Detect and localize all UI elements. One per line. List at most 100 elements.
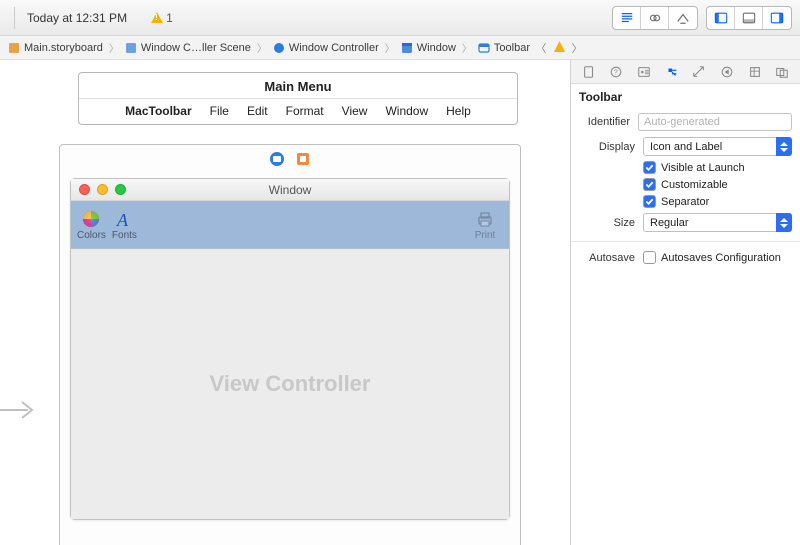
- display-select[interactable]: Icon and Label: [643, 137, 792, 156]
- menu-item-edit[interactable]: Edit: [247, 104, 268, 118]
- window-icon: [401, 42, 413, 54]
- menu-items-row: MacToolbar File Edit Format View Window …: [79, 99, 517, 124]
- display-label: Display: [579, 141, 635, 153]
- separator-label: Separator: [661, 196, 709, 208]
- crumb-label: Main.storyboard: [24, 42, 103, 54]
- warning-icon: [151, 12, 163, 23]
- size-select[interactable]: Regular: [643, 213, 792, 232]
- identity-inspector-tab[interactable]: [635, 63, 653, 81]
- identifier-field[interactable]: [638, 113, 792, 131]
- version-editor-button[interactable]: [669, 7, 697, 29]
- warning-indicator[interactable]: 1: [151, 11, 173, 25]
- toolbar-item-label: Print: [475, 230, 496, 241]
- autosaves-configuration-checkbox[interactable]: [643, 251, 656, 264]
- chevron-updown-icon: [776, 137, 792, 156]
- visible-at-launch-label: Visible at Launch: [661, 162, 745, 174]
- svg-text:A: A: [116, 210, 129, 229]
- jump-crumb-storyboard[interactable]: Main.storyboard: [6, 36, 105, 60]
- jump-crumb-toolbar[interactable]: Toolbar: [476, 36, 532, 60]
- toggle-debug-area-button[interactable]: [735, 7, 763, 29]
- display-value: Icon and Label: [650, 141, 722, 153]
- print-icon: [473, 208, 497, 230]
- view-controller-placeholder: View Controller: [210, 371, 371, 397]
- window-object[interactable]: Window Colors: [70, 178, 510, 520]
- quick-help-inspector-tab[interactable]: ?: [607, 63, 625, 81]
- toggle-navigator-button[interactable]: [707, 7, 735, 29]
- jump-crumb-window-controller[interactable]: Window Controller: [271, 36, 381, 60]
- visible-at-launch-checkbox[interactable]: [643, 161, 656, 174]
- scene-icon: [125, 42, 137, 54]
- window-titlebar: Window: [71, 179, 509, 201]
- main-menu-title: Main Menu: [79, 73, 517, 99]
- connections-inspector-tab[interactable]: [718, 63, 736, 81]
- menu-item-help[interactable]: Help: [446, 104, 471, 118]
- menu-item-window[interactable]: Window: [385, 104, 428, 118]
- bindings-inspector-tab[interactable]: [746, 63, 764, 81]
- main-menu-object[interactable]: Main Menu MacToolbar File Edit Format Vi…: [78, 72, 518, 125]
- customizable-checkbox[interactable]: [643, 178, 656, 191]
- scene-dock[interactable]: [60, 145, 520, 176]
- toolbar-item-label: Colors: [77, 230, 106, 241]
- editor-mode-segment[interactable]: [612, 6, 698, 30]
- window-toolbar[interactable]: Colors A Fonts Print: [71, 201, 509, 249]
- svg-text:?: ?: [614, 69, 618, 76]
- toggle-utilities-button[interactable]: [763, 7, 791, 29]
- crumb-label: Window C…ller Scene: [141, 42, 251, 54]
- window-content-view[interactable]: View Controller: [71, 249, 509, 519]
- size-inspector-tab[interactable]: [690, 63, 708, 81]
- toolbar-item-fonts[interactable]: A Fonts: [112, 208, 137, 241]
- jump-crumb-window[interactable]: Window: [399, 36, 458, 60]
- menu-item-file[interactable]: File: [210, 104, 229, 118]
- menu-item-format[interactable]: Format: [286, 104, 324, 118]
- jump-bar: Main.storyboard 〉 Window C…ller Scene 〉 …: [0, 36, 800, 60]
- effects-inspector-tab[interactable]: [773, 63, 791, 81]
- window-controller-dock-icon[interactable]: [269, 151, 285, 167]
- inspector-panel: ? Toolbar Identifier Display Icon and La…: [570, 60, 800, 545]
- inspector-tab-bar: ?: [571, 60, 800, 84]
- xcode-toolbar: Today at 12:31 PM 1: [0, 0, 800, 36]
- chevron-icon: 〉: [462, 40, 472, 55]
- jump-back-button[interactable]: 〈: [532, 40, 550, 56]
- storyboard-icon: [8, 42, 20, 54]
- divider: [14, 7, 15, 29]
- standard-editor-button[interactable]: [613, 7, 641, 29]
- separator-checkbox[interactable]: [643, 195, 656, 208]
- file-inspector-tab[interactable]: [580, 63, 598, 81]
- toolbar-item-label: Fonts: [112, 230, 137, 241]
- toolbar-item-print[interactable]: Print: [473, 208, 497, 241]
- autosave-label: Autosave: [579, 252, 635, 264]
- chevron-icon: 〉: [109, 40, 119, 55]
- jump-issue-button[interactable]: [550, 41, 568, 55]
- warning-count: 1: [166, 11, 173, 25]
- first-responder-dock-icon[interactable]: [295, 151, 311, 167]
- toolbar-item-colors[interactable]: Colors: [77, 208, 106, 241]
- window-title: Window: [71, 183, 509, 197]
- interface-builder-canvas[interactable]: Main Menu MacToolbar File Edit Format Vi…: [0, 60, 570, 545]
- crumb-label: Window Controller: [289, 42, 379, 54]
- crumb-label: Toolbar: [494, 42, 530, 54]
- colors-icon: [79, 208, 103, 230]
- panel-visibility-segment[interactable]: [706, 6, 792, 30]
- size-label: Size: [579, 217, 635, 229]
- size-value: Regular: [650, 217, 689, 229]
- toolbar-icon: [478, 42, 490, 54]
- chevron-icon: 〉: [385, 40, 395, 55]
- identifier-label: Identifier: [579, 116, 630, 128]
- autosaves-configuration-label: Autosaves Configuration: [661, 252, 781, 264]
- assistant-editor-button[interactable]: [641, 7, 669, 29]
- divider: [571, 241, 800, 242]
- menu-item-app[interactable]: MacToolbar: [125, 104, 191, 118]
- activity-timestamp: Today at 12:31 PM: [27, 11, 127, 25]
- jump-forward-button[interactable]: 〉: [568, 40, 586, 56]
- chevron-icon: 〉: [257, 40, 267, 55]
- crumb-label: Window: [417, 42, 456, 54]
- window-controller-scene[interactable]: Window Colors: [59, 144, 521, 545]
- customizable-label: Customizable: [661, 179, 728, 191]
- window-controller-icon: [273, 42, 285, 54]
- chevron-updown-icon: [776, 213, 792, 232]
- attributes-inspector-tab[interactable]: [663, 63, 681, 81]
- initial-controller-arrow-icon: [0, 390, 40, 433]
- menu-item-view[interactable]: View: [342, 104, 368, 118]
- jump-crumb-scene[interactable]: Window C…ller Scene: [123, 36, 253, 60]
- fonts-icon: A: [112, 208, 136, 230]
